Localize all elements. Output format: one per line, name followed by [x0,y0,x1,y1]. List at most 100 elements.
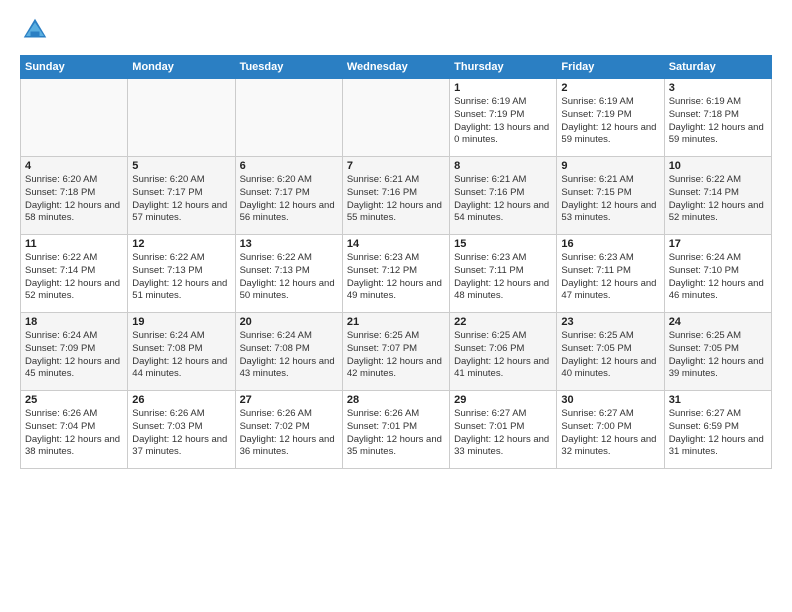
day-of-week-monday: Monday [128,56,235,79]
day-of-week-saturday: Saturday [664,56,771,79]
day-number: 21 [347,316,445,328]
header [20,15,772,45]
day-cell-28: 28 Sunrise: 6:26 AMSunset: 7:01 PMDayligh… [342,391,449,469]
day-number: 14 [347,238,445,250]
empty-cell [342,79,449,157]
day-cell-16: 16 Sunrise: 6:23 AMSunset: 7:11 PMDayligh… [557,235,664,313]
day-cell-24: 24Sunrise: 6:25 AMSunset: 7:05 PMDayligh… [664,313,771,391]
day-info: Sunrise: 6:25 AMSunset: 7:05 PMDaylight:… [561,330,659,381]
empty-cell [235,79,342,157]
day-cell-23: 23 Sunrise: 6:25 AMSunset: 7:05 PMDayligh… [557,313,664,391]
day-number: 7 [347,160,445,172]
day-number: 4 [25,160,123,172]
day-cell-2: 2 Sunrise: 6:19 AMSunset: 7:19 PMDaylight… [557,79,664,157]
day-cell-22: 22Sunrise: 6:25 AMSunset: 7:06 PMDayligh… [450,313,557,391]
day-info: Sunrise: 6:19 AMSunset: 7:19 PMDaylight:… [454,96,552,147]
day-number: 15 [454,238,552,250]
day-cell-19: 19 Sunrise: 6:24 AMSunset: 7:08 PMDayligh… [128,313,235,391]
day-number: 28 [347,394,445,406]
day-number: 18 [25,316,123,328]
day-cell-15: 15 Sunrise: 6:23 AMSunset: 7:11 PMDayligh… [450,235,557,313]
day-number: 29 [454,394,552,406]
day-info: Sunrise: 6:26 AMSunset: 7:03 PMDaylight:… [132,408,230,459]
header-row: SundayMondayTuesdayWednesdayThursdayFrid… [21,56,772,79]
day-info: Sunrise: 6:27 AMSunset: 7:00 PMDaylight:… [561,408,659,459]
day-number: 10 [669,160,767,172]
day-number: 20 [240,316,338,328]
day-cell-4: 4 Sunrise: 6:20 AMSunset: 7:18 PMDaylight… [21,157,128,235]
day-number: 31 [669,394,767,406]
day-cell-14: 14Sunrise: 6:23 AMSunset: 7:12 PMDayligh… [342,235,449,313]
day-of-week-thursday: Thursday [450,56,557,79]
day-number: 13 [240,238,338,250]
day-number: 2 [561,82,659,94]
day-of-week-tuesday: Tuesday [235,56,342,79]
day-number: 26 [132,394,230,406]
day-cell-3: 3Sunrise: 6:19 AMSunset: 7:18 PMDaylight… [664,79,771,157]
logo [20,15,54,45]
day-number: 11 [25,238,123,250]
day-cell-17: 17 Sunrise: 6:24 AMSunset: 7:10 PMDayligh… [664,235,771,313]
day-cell-5: 5 Sunrise: 6:20 AMSunset: 7:17 PMDaylight… [128,157,235,235]
day-info: Sunrise: 6:22 AMSunset: 7:14 PMDaylight:… [25,252,123,303]
page: SundayMondayTuesdayWednesdayThursdayFrid… [0,0,792,612]
day-info: Sunrise: 6:21 AMSunset: 7:15 PMDaylight:… [561,174,659,225]
empty-cell [21,79,128,157]
day-info: Sunrise: 6:26 AMSunset: 7:02 PMDaylight:… [240,408,338,459]
day-info: Sunrise: 6:24 AMSunset: 7:08 PMDaylight:… [240,330,338,381]
day-cell-26: 26 Sunrise: 6:26 AMSunset: 7:03 PMDayligh… [128,391,235,469]
day-cell-11: 11 Sunrise: 6:22 AMSunset: 7:14 PMDayligh… [21,235,128,313]
day-number: 6 [240,160,338,172]
day-cell-6: 6 Sunrise: 6:20 AMSunset: 7:17 PMDaylight… [235,157,342,235]
day-number: 16 [561,238,659,250]
day-info: Sunrise: 6:19 AMSunset: 7:19 PMDaylight:… [561,96,659,147]
day-number: 9 [561,160,659,172]
week-row-2: 4 Sunrise: 6:20 AMSunset: 7:18 PMDaylight… [21,157,772,235]
day-info: Sunrise: 6:23 AMSunset: 7:11 PMDaylight:… [561,252,659,303]
day-cell-12: 12 Sunrise: 6:22 AMSunset: 7:13 PMDayligh… [128,235,235,313]
day-cell-31: 31Sunrise: 6:27 AMSunset: 6:59 PMDayligh… [664,391,771,469]
day-cell-21: 21Sunrise: 6:25 AMSunset: 7:07 PMDayligh… [342,313,449,391]
day-cell-20: 20 Sunrise: 6:24 AMSunset: 7:08 PMDayligh… [235,313,342,391]
day-of-week-friday: Friday [557,56,664,79]
day-info: Sunrise: 6:19 AMSunset: 7:18 PMDaylight:… [669,96,767,147]
day-number: 22 [454,316,552,328]
day-info: Sunrise: 6:21 AMSunset: 7:16 PMDaylight:… [347,174,445,225]
week-row-3: 11 Sunrise: 6:22 AMSunset: 7:14 PMDayligh… [21,235,772,313]
day-cell-7: 7 Sunrise: 6:21 AMSunset: 7:16 PMDaylight… [342,157,449,235]
calendar: SundayMondayTuesdayWednesdayThursdayFrid… [20,55,772,469]
day-info: Sunrise: 6:24 AMSunset: 7:08 PMDaylight:… [132,330,230,381]
day-info: Sunrise: 6:22 AMSunset: 7:13 PMDaylight:… [132,252,230,303]
day-info: Sunrise: 6:20 AMSunset: 7:17 PMDaylight:… [240,174,338,225]
day-info: Sunrise: 6:20 AMSunset: 7:17 PMDaylight:… [132,174,230,225]
day-info: Sunrise: 6:27 AMSunset: 7:01 PMDaylight:… [454,408,552,459]
day-of-week-sunday: Sunday [21,56,128,79]
day-number: 1 [454,82,552,94]
day-number: 17 [669,238,767,250]
day-cell-25: 25Sunrise: 6:26 AMSunset: 7:04 PMDayligh… [21,391,128,469]
day-number: 5 [132,160,230,172]
day-cell-27: 27 Sunrise: 6:26 AMSunset: 7:02 PMDayligh… [235,391,342,469]
day-cell-29: 29 Sunrise: 6:27 AMSunset: 7:01 PMDayligh… [450,391,557,469]
day-number: 27 [240,394,338,406]
empty-cell [128,79,235,157]
day-cell-9: 9 Sunrise: 6:21 AMSunset: 7:15 PMDaylight… [557,157,664,235]
day-cell-1: 1 Sunrise: 6:19 AMSunset: 7:19 PMDaylight… [450,79,557,157]
day-info: Sunrise: 6:24 AMSunset: 7:09 PMDaylight:… [25,330,123,381]
day-info: Sunrise: 6:20 AMSunset: 7:18 PMDaylight:… [25,174,123,225]
day-cell-18: 18 Sunrise: 6:24 AMSunset: 7:09 PMDayligh… [21,313,128,391]
day-of-week-wednesday: Wednesday [342,56,449,79]
day-info: Sunrise: 6:26 AMSunset: 7:01 PMDaylight:… [347,408,445,459]
day-number: 30 [561,394,659,406]
day-number: 12 [132,238,230,250]
day-number: 25 [25,394,123,406]
day-number: 19 [132,316,230,328]
day-info: Sunrise: 6:23 AMSunset: 7:11 PMDaylight:… [454,252,552,303]
logo-icon [20,15,50,45]
day-cell-10: 10Sunrise: 6:22 AMSunset: 7:14 PMDayligh… [664,157,771,235]
day-number: 8 [454,160,552,172]
day-number: 23 [561,316,659,328]
day-cell-30: 30 Sunrise: 6:27 AMSunset: 7:00 PMDayligh… [557,391,664,469]
day-info: Sunrise: 6:24 AMSunset: 7:10 PMDaylight:… [669,252,767,303]
day-cell-13: 13Sunrise: 6:22 AMSunset: 7:13 PMDayligh… [235,235,342,313]
